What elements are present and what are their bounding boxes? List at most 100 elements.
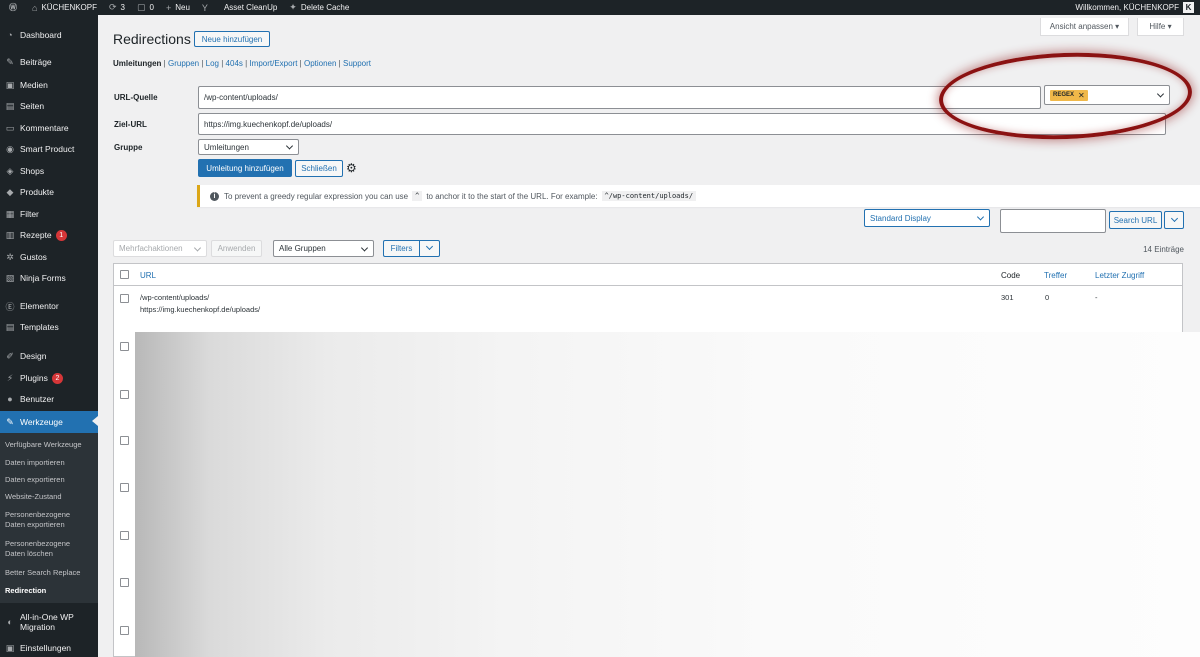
- bulk-actions-select[interactable]: Mehrfachaktionen: [113, 240, 207, 257]
- submenu-verfuegbare-werkzeuge[interactable]: Verfügbare Werkzeuge: [5, 440, 95, 450]
- asset-cleanup-label: Asset CleanUp: [223, 3, 278, 12]
- elementor-icon: Ⓔ: [5, 301, 15, 312]
- sidebar-item-gustos[interactable]: ✲ Gustos: [0, 247, 98, 267]
- site-name-link[interactable]: ⌂ KÜCHENKOPF: [26, 0, 103, 15]
- subnav-import-export[interactable]: Import/Export: [249, 59, 297, 68]
- new-content-link[interactable]: + Neu: [160, 0, 196, 15]
- column-last-access[interactable]: Letzter Zugriff: [1095, 271, 1144, 280]
- sidebar-item-rezepte[interactable]: ▥ Rezepte 1: [0, 225, 98, 245]
- yoast-icon: Y: [201, 2, 208, 13]
- subnav-support[interactable]: Support: [343, 59, 371, 68]
- chevron-down-icon: [425, 242, 434, 251]
- sidebar-item-label: Einstellungen: [20, 643, 72, 653]
- row-checkbox[interactable]: [120, 342, 129, 351]
- display-select[interactable]: Standard Display: [864, 209, 990, 227]
- sidebar-item-all-in-one-migration[interactable]: ◐ All-in-One WP Migration: [0, 609, 98, 635]
- submenu-daten-exportieren[interactable]: Daten exportieren: [5, 475, 95, 485]
- new-label: Neu: [175, 3, 190, 12]
- close-button[interactable]: Schließen: [295, 160, 343, 177]
- notice-text-before: To prevent a greedy regular expression y…: [224, 191, 409, 201]
- sidebar-item-filter[interactable]: ▦ Filter: [0, 204, 98, 224]
- filters-button[interactable]: Filters: [383, 240, 419, 257]
- sidebar-item-dashboard[interactable]: ◔ Dashboard: [0, 25, 98, 45]
- sidebar-item-templates[interactable]: ▤ Templates: [0, 317, 98, 337]
- settings-icon: ▣: [5, 642, 15, 653]
- submenu-better-search-replace[interactable]: Better Search Replace: [5, 568, 95, 578]
- column-hits[interactable]: Treffer: [1044, 271, 1067, 280]
- submenu-personenbezogene-exportieren[interactable]: Personenbezogene Daten exportieren: [5, 510, 80, 530]
- add-new-button[interactable]: Neue hinzufügen: [194, 31, 270, 47]
- row-checkbox[interactable]: [120, 390, 129, 399]
- row-checkbox[interactable]: [120, 626, 129, 635]
- sidebar-item-label: Benutzer: [20, 394, 55, 404]
- subnav-log[interactable]: Log: [206, 59, 219, 68]
- submenu-personenbezogene-loeschen[interactable]: Personenbezogene Daten löschen: [5, 539, 80, 559]
- help-button[interactable]: Hilfe ▾: [1137, 18, 1184, 36]
- sidebar-item-kommentare[interactable]: ▭ Kommentare: [0, 118, 98, 138]
- sidebar-item-einstellungen[interactable]: ▣ Einstellungen: [0, 638, 98, 657]
- sidebar-item-ninja-forms[interactable]: ▧ Ninja Forms: [0, 268, 98, 288]
- select-all-checkbox[interactable]: [120, 270, 129, 279]
- screen-options-button[interactable]: Ansicht anpassen ▾: [1040, 18, 1129, 36]
- blurred-table-rows: [135, 332, 1200, 657]
- search-options-button[interactable]: [1164, 211, 1184, 229]
- row-checkbox[interactable]: [120, 578, 129, 587]
- sidebar-item-label: Smart Product: [20, 144, 75, 154]
- filters-dropdown-button[interactable]: [419, 240, 440, 257]
- sidebar-item-benutzer[interactable]: ● Benutzer: [0, 389, 98, 409]
- apply-button[interactable]: Anwenden: [211, 240, 262, 257]
- gear-icon[interactable]: ⚙: [346, 161, 357, 175]
- notice-text-after: to anchor it to the start of the URL. Fo…: [426, 191, 598, 201]
- sidebar-item-label: Elementor: [20, 301, 59, 311]
- sidebar-item-elementor[interactable]: Ⓔ Elementor: [0, 296, 98, 316]
- row-checkbox[interactable]: [120, 294, 129, 303]
- sidebar-item-werkzeuge[interactable]: ✎ Werkzeuge: [0, 411, 98, 433]
- entries-count: 14 Einträge: [1143, 245, 1184, 254]
- comments-count: 0: [149, 3, 154, 12]
- sidebar-item-produkte[interactable]: ◆ Produkte: [0, 182, 98, 202]
- sidebar-item-shops[interactable]: ◈ Shops: [0, 161, 98, 181]
- asset-cleanup-link[interactable]: Asset CleanUp: [218, 0, 283, 15]
- row-checkbox[interactable]: [120, 436, 129, 445]
- sidebar-item-label: Medien: [20, 80, 48, 90]
- column-url[interactable]: URL: [140, 271, 156, 280]
- subnav-404s[interactable]: 404s: [226, 59, 243, 68]
- delete-cache-link[interactable]: ✦ Delete Cache: [283, 0, 355, 15]
- sidebar-item-label: All-in-One WP Migration: [20, 612, 74, 632]
- submenu-redirection[interactable]: Redirection: [5, 586, 95, 596]
- wordpress-logo-icon[interactable]: Ⓦ: [0, 0, 26, 15]
- sidebar-item-seiten[interactable]: ▤ Seiten: [0, 96, 98, 116]
- sidebar-item-label: Shops: [20, 166, 45, 176]
- comment-icon: ▭: [5, 122, 15, 133]
- submenu-website-zustand[interactable]: Website-Zustand: [5, 492, 95, 502]
- search-url-input[interactable]: [1000, 209, 1106, 233]
- migration-icon: ◐: [7, 617, 13, 627]
- submenu-daten-importieren[interactable]: Daten importieren: [5, 458, 95, 468]
- add-redirect-button[interactable]: Umleitung hinzufügen: [198, 159, 292, 177]
- subnav-optionen[interactable]: Optionen: [304, 59, 336, 68]
- sidebar-item-plugins[interactable]: ⚡ Plugins 2: [0, 368, 98, 388]
- count-badge: 1: [55, 229, 67, 241]
- sidebar-item-design[interactable]: ✐ Design: [0, 346, 98, 366]
- row-source-url[interactable]: /wp-content/uploads/: [140, 292, 209, 304]
- account-link[interactable]: Willkommen, KÜCHENKOPF K: [1069, 0, 1200, 15]
- subnav-umleitungen[interactable]: Umleitungen: [113, 59, 161, 68]
- group-filter-select[interactable]: Alle Gruppen: [273, 240, 374, 257]
- source-url-input[interactable]: /wp-content/uploads/: [198, 86, 1041, 109]
- subnav-gruppen[interactable]: Gruppen: [168, 59, 199, 68]
- row-hits: 0: [1045, 293, 1050, 302]
- group-select[interactable]: Umleitungen: [198, 139, 299, 155]
- comments-link[interactable]: ▢ 0: [131, 0, 160, 15]
- wrench-icon: ✎: [6, 416, 14, 427]
- row-checkbox[interactable]: [120, 483, 129, 492]
- updates-link[interactable]: ⟳ 3: [103, 0, 131, 15]
- row-checkbox[interactable]: [120, 531, 129, 540]
- sidebar-item-beitraege[interactable]: ✎ Beiträge: [0, 52, 98, 72]
- sidebar-item-medien[interactable]: ▣ Medien: [0, 75, 98, 95]
- search-url-button[interactable]: Search URL: [1109, 211, 1162, 229]
- avatar: K: [1183, 2, 1194, 13]
- sidebar-item-smart-product[interactable]: ◉ Smart Product: [0, 139, 98, 159]
- form-icon: ▧: [5, 272, 15, 283]
- yoast-link[interactable]: Y: [196, 0, 218, 15]
- count-badge: 2: [51, 372, 63, 384]
